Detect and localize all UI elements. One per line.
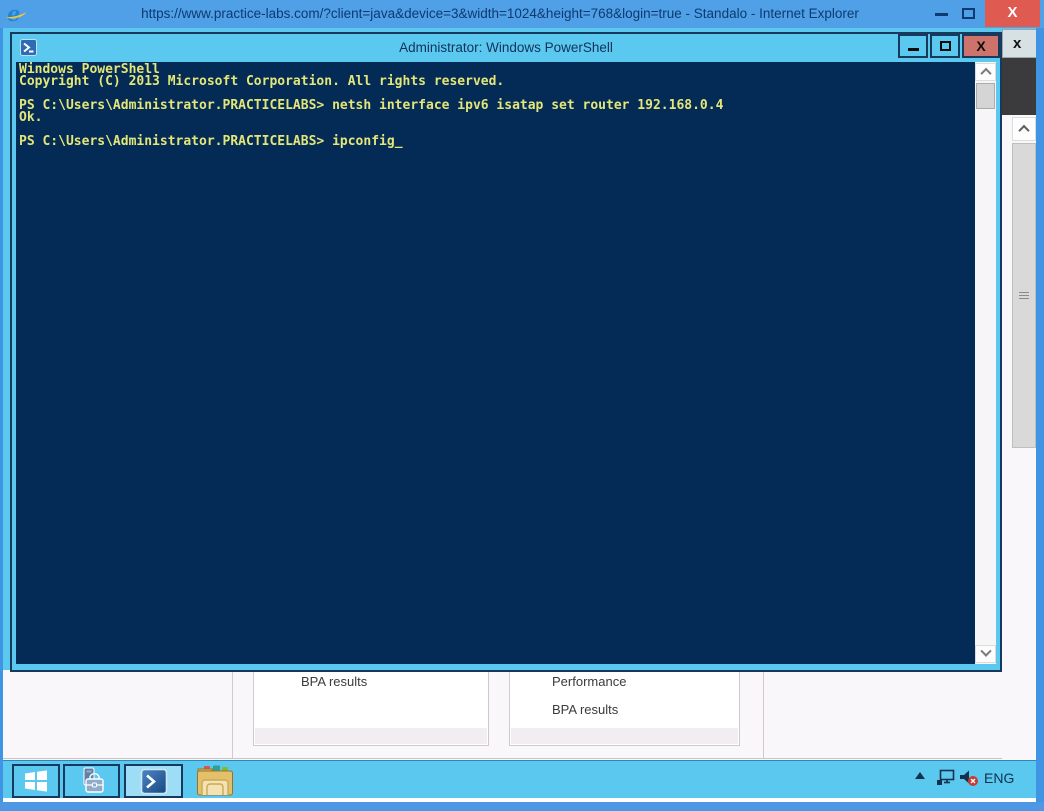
background-window-dark-panel [1002, 58, 1036, 115]
language-indicator[interactable]: ENG [984, 770, 1014, 786]
powershell-minimize-button[interactable] [898, 34, 928, 58]
taskbar-powershell-button[interactable] [124, 764, 183, 798]
taskbar-server-manager-button[interactable] [63, 764, 120, 798]
scrollbar-grip [1019, 292, 1029, 293]
tile-link-performance[interactable]: Performance [552, 674, 739, 689]
dashboard-divider [763, 670, 764, 758]
powershell-close-button[interactable]: X [962, 34, 1000, 58]
powershell-console[interactable]: Windows PowerShell Copyright (C) 2013 Mi… [16, 62, 996, 664]
tile-link-bpa-results[interactable]: BPA results [552, 702, 739, 717]
powershell-maximize-button[interactable] [930, 34, 960, 58]
dashboard-bottom-line [3, 758, 1002, 759]
page-scrollbar-up-button[interactable] [1012, 117, 1036, 141]
dashboard-tile: Performance BPA results [509, 670, 740, 746]
console-scrollbar[interactable] [975, 62, 996, 664]
start-button[interactable] [12, 764, 60, 798]
dashboard-tile: BPA results [253, 670, 489, 746]
taskbar-file-explorer-button[interactable] [193, 762, 237, 800]
browser-border-left [0, 28, 3, 811]
console-line: PS C:\Users\Administrator.PRACTICELABS> … [19, 100, 723, 112]
background-window-close-button[interactable]: x [1002, 29, 1040, 58]
powershell-titlebar[interactable]: Administrator: Windows PowerShell X [12, 34, 1000, 62]
screen: e https://www.practice-labs.com/?client=… [0, 0, 1044, 811]
browser-titlebar[interactable]: e https://www.practice-labs.com/?client=… [0, 0, 1044, 28]
windows-start-icon [23, 768, 49, 794]
console-cursor: _ [395, 134, 403, 149]
console-scrollbar-up-button[interactable] [975, 63, 996, 81]
browser-minimize-button[interactable] [935, 13, 948, 16]
scrollbar-chevron-up [1018, 125, 1029, 136]
console-prompt-line: PS C:\Users\Administrator.PRACTICELABS> … [19, 136, 723, 148]
tile-shade [255, 728, 487, 744]
minimize-icon [908, 48, 919, 51]
browser-close-button[interactable]: X [985, 0, 1040, 27]
scrollbar-chevron-up [980, 68, 991, 79]
console-line: Ok. [19, 112, 723, 124]
console-line: Copyright (C) 2013 Microsoft Corporation… [19, 76, 723, 88]
browser-border-bottom [0, 802, 1044, 811]
tile-link-bpa-results[interactable]: BPA results [301, 674, 488, 689]
tray-up-icon[interactable] [915, 772, 925, 779]
dashboard-divider [232, 670, 233, 758]
console-command: PS C:\Users\Administrator.PRACTICELABS> … [19, 134, 395, 149]
maximize-icon [940, 41, 951, 51]
powershell-window: Administrator: Windows PowerShell X Wind… [10, 32, 1002, 672]
tile-shade [511, 728, 738, 744]
network-icon[interactable] [936, 768, 956, 788]
volume-muted-icon[interactable] [958, 768, 980, 788]
powershell-icon [140, 768, 168, 795]
browser-border-right [1036, 28, 1044, 811]
console-scrollbar-down-button[interactable] [975, 645, 996, 663]
taskbar: ENG [3, 760, 1036, 798]
page-scrollbar-thumb[interactable] [1012, 143, 1036, 448]
server-manager-icon [77, 766, 107, 796]
browser-maximize-button[interactable] [962, 8, 975, 19]
console-scrollbar-thumb[interactable] [976, 83, 995, 109]
browser-title: https://www.practice-labs.com/?client=ja… [0, 0, 1000, 28]
server-manager-dashboard-strip: BPA results Performance BPA results [3, 670, 1036, 760]
scrollbar-chevron-down [980, 646, 991, 657]
powershell-window-title: Administrator: Windows PowerShell [12, 34, 1000, 62]
console-output: Windows PowerShell Copyright (C) 2013 Mi… [19, 64, 723, 148]
file-explorer-icon [195, 764, 235, 798]
